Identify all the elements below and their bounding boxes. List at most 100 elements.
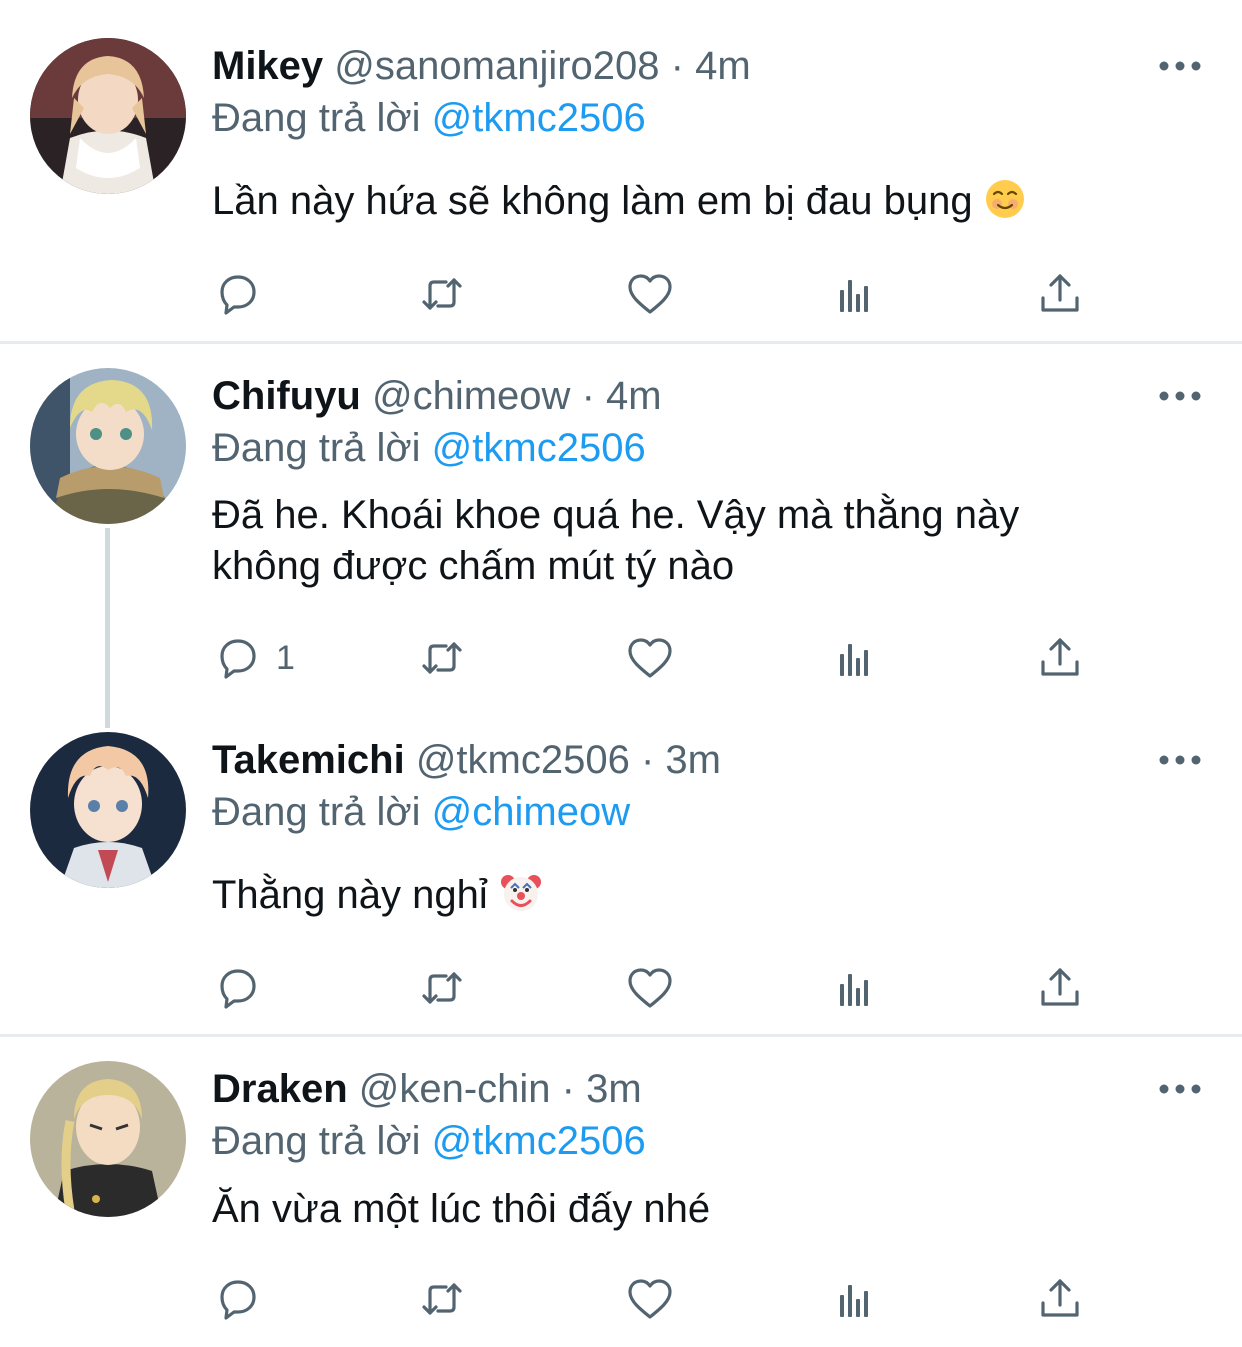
analytics-icon: [840, 974, 868, 1006]
more-icon[interactable]: [1158, 56, 1202, 76]
tweet-actions: [212, 1271, 1092, 1327]
tweet-text: Đã he. Khoái khoe quá he. Vậy mà thằng n…: [212, 490, 1172, 592]
mention-link[interactable]: @tkmc2506: [432, 1119, 646, 1163]
retweet-icon: [422, 1283, 462, 1315]
heart-icon: [628, 1279, 672, 1319]
like-button[interactable]: [624, 630, 676, 686]
author-name[interactable]: Chifuyu: [212, 374, 361, 418]
analytics-button[interactable]: [830, 266, 882, 322]
more-icon[interactable]: [1158, 386, 1202, 406]
avatar-image: [30, 368, 186, 524]
mention-link[interactable]: @tkmc2506: [432, 96, 646, 140]
more-icon[interactable]: [1158, 1079, 1202, 1099]
mention-link[interactable]: @chimeow: [432, 790, 630, 834]
separator-dot: ·: [640, 738, 655, 782]
reply-icon: [220, 275, 256, 315]
retweet-button[interactable]: [416, 266, 468, 322]
reply-button[interactable]: [212, 1271, 276, 1327]
replying-prefix: Đang trả lời: [212, 1119, 421, 1163]
tweet-draken[interactable]: Draken @ken-chin · 3m Đang trả lời @tkmc…: [0, 1037, 1242, 1347]
avatar-image: [30, 38, 186, 194]
author-handle[interactable]: @chimeow: [372, 374, 570, 418]
replying-to: Đang trả lời @tkmc2506: [212, 1113, 646, 1169]
tweet-text-line: không được chấm mút tý nào: [212, 544, 735, 588]
timestamp[interactable]: 3m: [665, 738, 721, 782]
smiling-face-emoji: [984, 178, 1026, 233]
retweet-icon: [422, 642, 462, 674]
author-handle[interactable]: @sanomanjiro208: [334, 44, 659, 88]
timestamp[interactable]: 4m: [695, 44, 751, 88]
analytics-icon: [840, 1285, 868, 1317]
analytics-button[interactable]: [830, 630, 882, 686]
clown-face-emoji: [499, 870, 543, 927]
tweet-text: Ăn vừa một lúc thôi đấy nhé: [212, 1184, 1172, 1235]
heart-icon: [628, 274, 672, 314]
share-button[interactable]: [1034, 630, 1086, 686]
avatar[interactable]: [30, 368, 186, 524]
reply-count: 1: [276, 638, 295, 677]
replying-to: Đang trả lời @chimeow: [212, 784, 630, 840]
author-name[interactable]: Draken: [212, 1067, 348, 1111]
share-icon: [1041, 968, 1079, 1006]
retweet-icon: [422, 972, 462, 1004]
avatar-image: [30, 732, 186, 888]
tweet-mikey[interactable]: Mikey @sanomanjiro208 · 4m Đang trả lời …: [0, 0, 1242, 340]
tweet-actions: 1: [212, 630, 1092, 686]
timestamp[interactable]: 4m: [606, 374, 662, 418]
retweet-button[interactable]: [416, 630, 468, 686]
retweet-button[interactable]: [416, 1271, 468, 1327]
separator-dot: ·: [670, 44, 684, 88]
tweet-text-content: Ăn vừa một lúc thôi đấy nhé: [212, 1187, 711, 1231]
tweet-actions: [212, 960, 1092, 1016]
analytics-icon: [840, 280, 868, 312]
share-button[interactable]: [1034, 960, 1086, 1016]
share-icon: [1041, 638, 1079, 676]
analytics-button[interactable]: [830, 1271, 882, 1327]
reply-button[interactable]: 1: [212, 630, 295, 686]
reply-icon: [220, 1280, 256, 1320]
separator-dot: ·: [581, 374, 595, 418]
like-button[interactable]: [624, 1271, 676, 1327]
avatar[interactable]: [30, 38, 186, 194]
reply-icon: [220, 639, 256, 679]
analytics-icon: [840, 644, 868, 676]
author-name[interactable]: Takemichi: [212, 738, 405, 782]
tweet-chifuyu[interactable]: Chifuyu @chimeow · 4m Đang trả lời @tkmc…: [0, 344, 1242, 704]
replying-prefix: Đang trả lời: [212, 96, 421, 140]
share-button[interactable]: [1034, 266, 1086, 322]
tweet-text-content: Lần này hứa sẽ không làm em bị đau bụng: [212, 179, 973, 223]
timestamp[interactable]: 3m: [586, 1067, 642, 1111]
tweet-text-line: Đã he. Khoái khoe quá he. Vậy mà thằng n…: [212, 493, 1020, 537]
more-icon[interactable]: [1158, 750, 1202, 770]
heart-icon: [628, 968, 672, 1008]
tweet-actions: [212, 266, 1092, 322]
reply-button[interactable]: [212, 266, 276, 322]
analytics-button[interactable]: [830, 960, 882, 1016]
replying-to: Đang trả lời @tkmc2506: [212, 90, 646, 146]
share-icon: [1041, 1279, 1079, 1317]
author-handle[interactable]: @ken-chin: [359, 1067, 551, 1111]
author-name[interactable]: Mikey: [212, 44, 323, 88]
reply-button[interactable]: [212, 960, 276, 1016]
avatar-image: [30, 1061, 186, 1217]
separator-dot: ·: [561, 1067, 575, 1111]
tweet-takemichi[interactable]: Takemichi @tkmc2506 · 3m Đang trả lời @c…: [0, 706, 1242, 1032]
tweet-text: Thằng này nghỉ: [212, 870, 1172, 927]
author-handle[interactable]: @tkmc2506: [416, 738, 630, 782]
tweet-text-content: Thằng này nghỉ: [212, 873, 488, 917]
retweet-icon: [422, 278, 462, 310]
like-button[interactable]: [624, 960, 676, 1016]
replying-prefix: Đang trả lời: [212, 790, 421, 834]
like-button[interactable]: [624, 266, 676, 322]
mention-link[interactable]: @tkmc2506: [432, 426, 646, 470]
replying-to: Đang trả lời @tkmc2506: [212, 420, 646, 476]
retweet-button[interactable]: [416, 960, 468, 1016]
avatar[interactable]: [30, 732, 186, 888]
reply-icon: [220, 969, 256, 1009]
avatar[interactable]: [30, 1061, 186, 1217]
share-button[interactable]: [1034, 1271, 1086, 1327]
heart-icon: [628, 638, 672, 678]
tweet-text: Lần này hứa sẽ không làm em bị đau bụng: [212, 176, 1172, 233]
replying-prefix: Đang trả lời: [212, 426, 421, 470]
share-icon: [1041, 274, 1079, 312]
